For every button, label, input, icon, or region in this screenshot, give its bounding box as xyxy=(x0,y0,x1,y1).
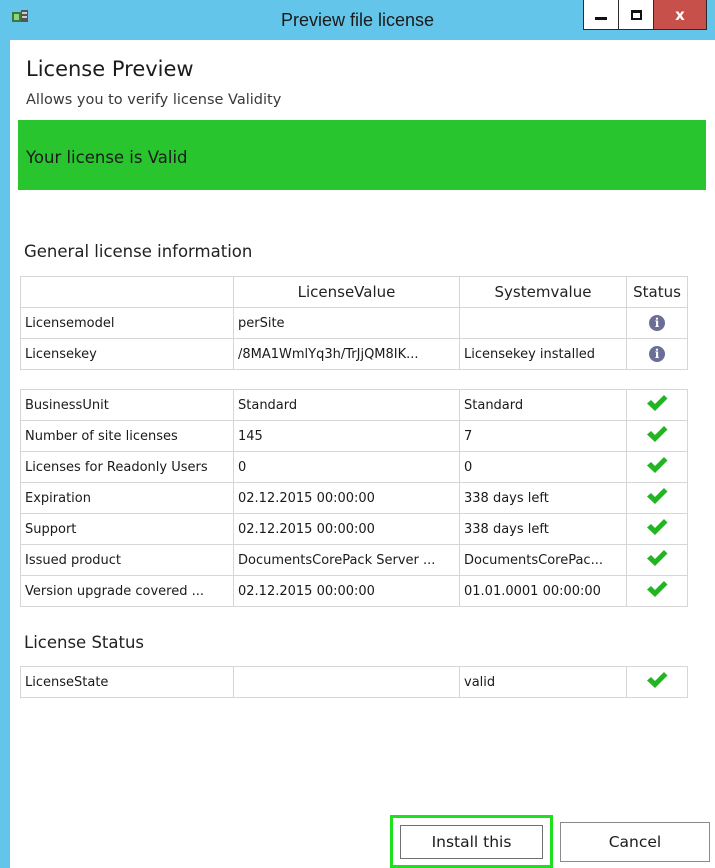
cell-license-value: 02.12.2015 00:00:00 xyxy=(233,513,460,545)
cell-name: BusinessUnit xyxy=(20,389,234,421)
cell-license-value xyxy=(233,666,460,698)
check-icon xyxy=(646,425,668,447)
install-button[interactable]: Install this xyxy=(390,815,553,868)
cell-system-value: 01.01.0001 00:00:00 xyxy=(459,575,627,607)
check-icon xyxy=(646,518,668,540)
table-row[interactable]: Expiration 02.12.2015 00:00:00 338 days le… xyxy=(20,482,688,514)
cell-license-value: perSite xyxy=(233,307,460,339)
table-row[interactable]: Version upgrade covered ... 02.12.2015 00… xyxy=(20,575,688,607)
cell-status xyxy=(626,575,688,607)
cell-license-value: 145 xyxy=(233,420,460,452)
cell-name: Expiration xyxy=(20,482,234,514)
license-status-table: LicenseState valid xyxy=(20,666,688,698)
column-header-status[interactable]: Status xyxy=(626,276,688,308)
cell-name: Licensekey xyxy=(20,338,234,370)
cell-system-value: Standard xyxy=(459,389,627,421)
license-valid-text: Your license is Valid xyxy=(26,148,188,167)
column-header-system-value[interactable]: Systemvalue xyxy=(459,276,627,308)
cell-status xyxy=(626,482,688,514)
cancel-button[interactable]: Cancel xyxy=(560,822,710,862)
cell-name: LicenseState xyxy=(20,666,234,698)
cell-system-value: 0 xyxy=(459,451,627,483)
cell-name: Licenses for Readonly Users xyxy=(20,451,234,483)
cell-status xyxy=(626,420,688,452)
install-button-label: Install this xyxy=(431,833,512,851)
cell-license-value: DocumentsCorePack Server ... xyxy=(233,544,460,576)
cell-system-value: 338 days left xyxy=(459,513,627,545)
check-icon xyxy=(646,580,668,602)
cell-system-value xyxy=(459,307,627,339)
cell-name: Licensemodel xyxy=(20,307,234,339)
table-row[interactable]: Support 02.12.2015 00:00:00 338 days left xyxy=(20,513,688,545)
table-row[interactable]: Issued product DocumentsCorePack Server .… xyxy=(20,544,688,576)
cell-status: i xyxy=(626,338,688,370)
cell-status xyxy=(626,666,688,698)
table-row[interactable]: BusinessUnit Standard Standard xyxy=(20,389,688,421)
minimize-button[interactable] xyxy=(583,0,619,30)
cell-system-value: DocumentsCorePac... xyxy=(459,544,627,576)
close-icon: x xyxy=(675,5,685,24)
cell-status xyxy=(626,451,688,483)
info-icon: i xyxy=(649,346,665,362)
cell-license-value: 02.12.2015 00:00:00 xyxy=(233,482,460,514)
cell-name: Number of site licenses xyxy=(20,420,234,452)
cell-license-value: /8MA1WmlYq3h/TrJjQM8IK... xyxy=(233,338,460,370)
cell-license-value: 0 xyxy=(233,451,460,483)
cell-system-value: valid xyxy=(459,666,627,698)
column-header-name[interactable] xyxy=(20,276,234,308)
table-row[interactable]: Number of site licenses 145 7 xyxy=(20,420,688,452)
check-icon xyxy=(646,671,668,693)
cell-license-value: Standard xyxy=(233,389,460,421)
page-title: License Preview xyxy=(26,57,194,81)
cell-status: i xyxy=(626,307,688,339)
install-button-face: Install this xyxy=(400,825,543,859)
cell-name: Issued product xyxy=(20,544,234,576)
general-info-title: General license information xyxy=(24,242,253,261)
maximize-icon xyxy=(630,9,642,20)
cell-name: Support xyxy=(20,513,234,545)
column-header-license-value[interactable]: LicenseValue xyxy=(233,276,460,308)
cell-name: Version upgrade covered ... xyxy=(20,575,234,607)
cell-status xyxy=(626,544,688,576)
check-icon xyxy=(646,456,668,478)
close-button[interactable]: x xyxy=(654,0,707,30)
cell-system-value: Licensekey installed xyxy=(459,338,627,370)
license-valid-banner: Your license is Valid xyxy=(18,120,706,190)
license-status-title: License Status xyxy=(24,633,145,652)
check-icon xyxy=(646,487,668,509)
dialog-window: Preview file license x License Preview A… xyxy=(0,0,715,868)
check-icon xyxy=(646,549,668,571)
cell-system-value: 7 xyxy=(459,420,627,452)
table-row[interactable]: Licensemodel perSite i xyxy=(20,307,688,339)
page-subtitle: Allows you to verify license Validity xyxy=(26,92,282,108)
maximize-button[interactable] xyxy=(619,0,654,30)
table-row[interactable]: Licenses for Readonly Users 0 0 xyxy=(20,451,688,483)
general-info-table-bottom: BusinessUnit Standard Standard Number of si… xyxy=(20,389,688,607)
table-row[interactable]: LicenseState valid xyxy=(20,666,688,698)
cell-status xyxy=(626,513,688,545)
minimize-icon xyxy=(595,17,607,20)
cell-status xyxy=(626,389,688,421)
table-header-row: LicenseValue Systemvalue Status xyxy=(20,276,688,308)
cancel-button-label: Cancel xyxy=(608,833,662,851)
check-icon xyxy=(646,394,668,416)
general-info-table-top: LicenseValue Systemvalue Status Licensem… xyxy=(20,276,688,370)
cell-system-value: 338 days left xyxy=(459,482,627,514)
info-icon: i xyxy=(649,315,665,331)
table-row[interactable]: Licensekey/8MA1WmlYq3h/TrJjQM8IK... Licen… xyxy=(20,338,688,370)
cell-license-value: 02.12.2015 00:00:00 xyxy=(233,575,460,607)
